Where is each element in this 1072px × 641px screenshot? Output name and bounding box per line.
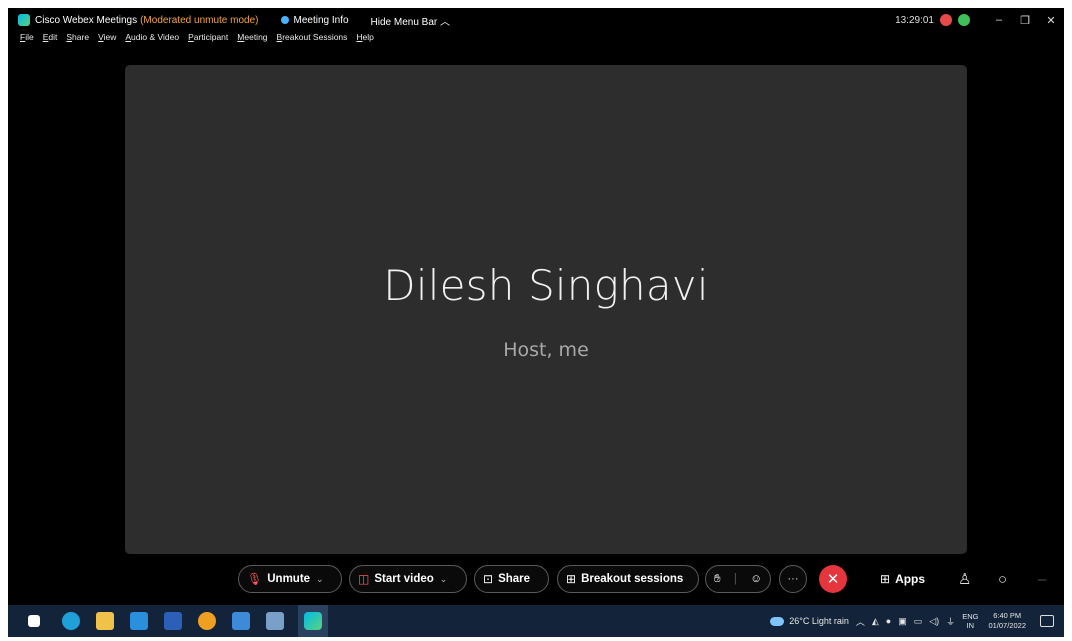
battery-icon[interactable]: ▭ — [914, 616, 923, 627]
menu-audio-video[interactable]: Audio & Video — [125, 32, 179, 46]
language-indicator[interactable]: ENG IN — [962, 612, 978, 630]
share-label: Share — [498, 573, 531, 585]
reactions-icon[interactable]: ☺ — [750, 573, 762, 585]
info-icon — [280, 16, 289, 24]
notifications-icon[interactable] — [1040, 615, 1054, 627]
lang-bottom: IN — [966, 621, 975, 630]
lang-top: ENG — [962, 612, 979, 621]
raise-hand-icon[interactable]: ✋︎ — [714, 573, 721, 586]
weather-label[interactable]: 26°C Light rain — [789, 616, 849, 626]
webex-window: Cisco Webex Meetings (Moderated unmute m… — [8, 8, 1064, 637]
menu-meeting[interactable]: Meeting — [237, 32, 267, 46]
share-icon: ⊡ — [483, 572, 494, 586]
app-icon[interactable] — [130, 612, 148, 630]
file-explorer-icon[interactable] — [96, 612, 114, 630]
start-video-button[interactable]: ◫ Start video ⌄ — [349, 565, 467, 593]
meeting-controls: 🎙︎ Unmute ⌄ ◫ Start video ⌄ ⊡ Share ⊞ Br… — [8, 563, 1064, 595]
title-left: Cisco Webex Meetings (Moderated unmute m… — [8, 13, 450, 28]
menu-breakout-sessions[interactable]: Breakout Sessions — [277, 32, 348, 46]
more-options-button[interactable]: ··· — [779, 565, 807, 593]
menu-view[interactable]: View — [98, 32, 116, 46]
menu-share[interactable]: Share — [66, 32, 89, 46]
meeting-info-label: Meeting Info — [293, 14, 349, 26]
word-icon[interactable] — [164, 612, 182, 630]
apps-label: Apps — [895, 572, 926, 586]
chevron-up-icon[interactable]: ︿ — [856, 615, 865, 628]
chevron-down-icon[interactable]: ⌄ — [316, 574, 324, 585]
speaker-icon[interactable]: ◁) — [929, 616, 939, 627]
start-icon[interactable] — [28, 615, 40, 627]
photos-icon[interactable] — [232, 612, 250, 630]
date-time[interactable]: 6:40 PM 01/07/2022 — [988, 611, 1026, 631]
date: 01/07/2022 — [988, 621, 1026, 630]
edge-browser-icon[interactable] — [62, 612, 80, 630]
unmute-label: Unmute — [267, 573, 311, 585]
video-off-icon: ◫ — [358, 572, 370, 586]
chevron-down-icon[interactable]: ⌄ — [440, 574, 448, 585]
breakout-label: Breakout sessions — [581, 573, 684, 585]
network-icon[interactable]: ◭ — [872, 616, 879, 627]
restore-button[interactable]: ❐ — [1012, 14, 1038, 27]
webex-icon — [304, 612, 322, 630]
apps-icon: ⊞ — [880, 572, 891, 586]
system-tray: 26°C Light rain ︿ ◭ ● ▣ ▭ ◁) ⏚ ENG IN 6:… — [770, 605, 1064, 637]
participants-icon[interactable]: ♙ — [958, 565, 971, 593]
divider: | — [733, 573, 737, 585]
meeting-clock: 13:29:01 — [895, 14, 934, 26]
menu-file[interactable]: File — [20, 32, 34, 46]
participant-role: Host, me — [503, 339, 589, 361]
power-icon[interactable]: ⏚ — [946, 615, 955, 628]
app-title: Cisco Webex Meetings — [35, 14, 138, 26]
muted-mic-icon: 🎙︎ — [247, 572, 263, 586]
title-bar: Cisco Webex Meetings (Moderated unmute m… — [8, 8, 1064, 32]
breakout-icon: ⊞ — [566, 572, 577, 586]
menu-participant[interactable]: Participant — [188, 32, 228, 46]
paint-icon[interactable] — [266, 612, 284, 630]
windows-taskbar: 26°C Light rain ︿ ◭ ● ▣ ▭ ◁) ⏚ ENG IN 6:… — [8, 605, 1064, 637]
reactions-group: ✋︎ | ☺ — [705, 565, 771, 593]
mic-icon[interactable]: ● — [886, 616, 891, 626]
meeting-info-button[interactable]: Meeting Info — [280, 14, 349, 26]
hide-menu-bar-button[interactable]: Hide Menu Bar ︿ — [371, 13, 450, 28]
recording-status-icon[interactable] — [940, 14, 952, 26]
more-panels-icon[interactable]: – — [1038, 565, 1046, 593]
minimize-button[interactable]: – — [986, 14, 1012, 26]
share-button[interactable]: ⊡ Share — [474, 565, 549, 593]
unmute-button[interactable]: 🎙︎ Unmute ⌄ — [238, 565, 342, 593]
moderated-mode-label: (Moderated unmute mode) — [140, 14, 259, 26]
chrome-icon[interactable] — [198, 612, 216, 630]
menu-bar: File Edit Share View Audio & Video Parti… — [20, 32, 374, 46]
menu-help[interactable]: Help — [356, 32, 373, 46]
video-stage: Dilesh Singhavi Host, me — [125, 65, 967, 554]
connection-status-icon[interactable] — [958, 14, 970, 26]
end-meeting-button[interactable]: ✕ — [819, 565, 847, 593]
title-right: 13:29:01 – ❐ ✕ — [895, 8, 1064, 32]
menu-edit[interactable]: Edit — [43, 32, 58, 46]
display-icon[interactable]: ▣ — [898, 616, 907, 627]
breakout-sessions-button[interactable]: ⊞ Breakout sessions — [557, 565, 699, 593]
webex-taskbar-button[interactable] — [298, 605, 328, 637]
participant-name: Dilesh Singhavi — [383, 261, 709, 310]
close-button[interactable]: ✕ — [1038, 14, 1064, 27]
apps-button[interactable]: ⊞ Apps — [880, 565, 925, 593]
cloud-rain-icon — [770, 616, 785, 626]
chat-icon[interactable]: ○ — [998, 565, 1007, 593]
start-video-label: Start video — [374, 573, 434, 585]
webex-logo-icon — [18, 14, 30, 26]
time: 6:40 PM — [993, 611, 1022, 620]
